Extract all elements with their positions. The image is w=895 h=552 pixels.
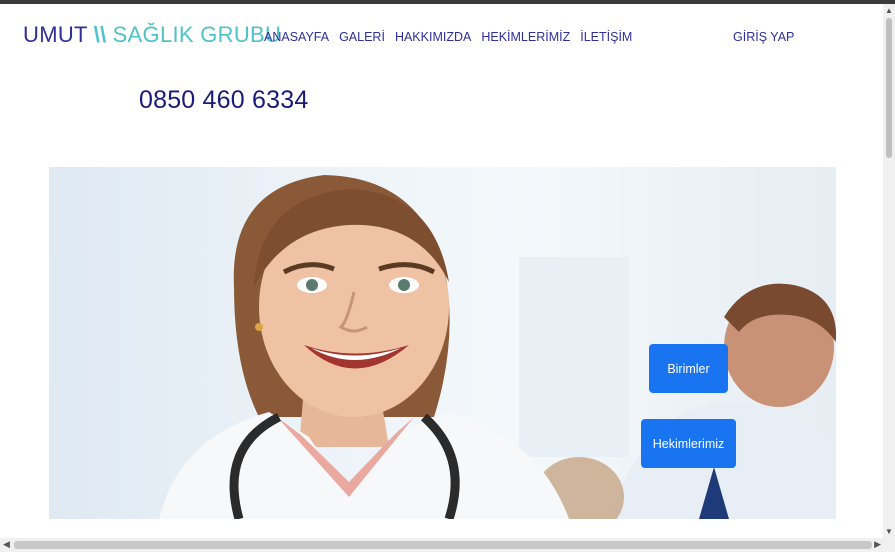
nav-item-doctors[interactable]: HEKİMLERİMİZ [481,30,570,44]
nav-item-gallery[interactable]: GALERİ [339,30,385,44]
scroll-left-icon[interactable]: ◀ [3,539,10,550]
doctors-button[interactable]: Hekimlerimiz [641,419,736,468]
login-link[interactable]: GİRİŞ YAP [733,30,794,44]
window-top-border [0,0,895,4]
vertical-scrollbar[interactable]: ▲ ▼ [883,4,895,538]
units-button[interactable]: Birimler [649,344,728,393]
main-nav: ANASAYFA GALERİ HAKKIMIZDA HEKİMLERİMİZ … [264,30,642,44]
brand-logo[interactable]: UMUT \\ SAĞLIK GRUBU [23,22,281,48]
nav-item-contact[interactable]: İLETİŞİM [580,30,632,44]
nav-item-about[interactable]: HAKKIMIZDA [395,30,471,44]
brand-name-primary: UMUT [23,22,88,47]
brand-separator: \\ [93,22,107,47]
hero-bg-window [519,257,629,457]
nav-item-home[interactable]: ANASAYFA [264,30,329,44]
horizontal-scrollbar[interactable]: ◀ ▶ [0,538,895,552]
scroll-down-icon[interactable]: ▼ [885,527,893,536]
scroll-up-icon[interactable]: ▲ [885,6,893,15]
scroll-right-icon[interactable]: ▶ [874,539,881,550]
hero-doctor-earring [255,323,263,331]
brand-name-secondary: SAĞLIK GRUBU [112,22,282,47]
horizontal-scroll-thumb[interactable] [14,541,872,549]
vertical-scroll-thumb[interactable] [886,18,892,158]
phone-number: 0850 460 6334 [139,86,309,114]
